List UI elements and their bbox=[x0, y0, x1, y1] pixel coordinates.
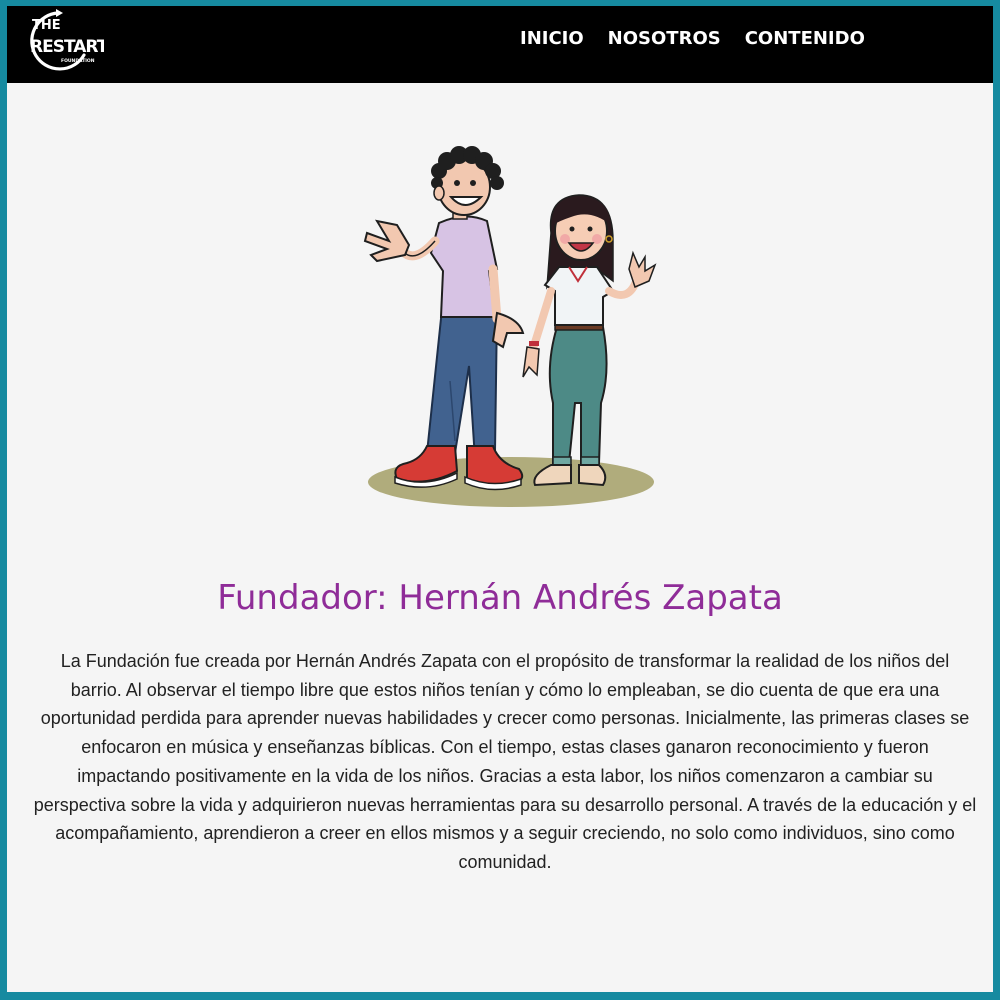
nav-item-contenido[interactable]: CONTENIDO bbox=[745, 28, 865, 49]
navbar: THE RESTART FOUNDATION INICIO NOSOTROS C… bbox=[7, 6, 993, 83]
logo-text-the: THE bbox=[32, 18, 61, 33]
founders-illustration bbox=[363, 146, 657, 507]
restart-logo[interactable]: THE RESTART FOUNDATION bbox=[18, 9, 104, 73]
page-frame: THE RESTART FOUNDATION INICIO NOSOTROS C… bbox=[7, 6, 993, 992]
nav-item-inicio[interactable]: INICIO bbox=[520, 28, 584, 49]
founder-description: La Fundación fue creada por Hernán André… bbox=[33, 651, 977, 872]
nav-item-nosotros[interactable]: NOSOTROS bbox=[608, 28, 721, 49]
boy-figure bbox=[363, 146, 525, 491]
girl-figure bbox=[522, 194, 657, 487]
logo-text-foundation: FOUNDATION bbox=[61, 58, 95, 64]
main-nav: INICIO NOSOTROS CONTENIDO bbox=[520, 28, 865, 49]
page-title: Fundador: Hernán Andrés Zapata bbox=[217, 578, 783, 618]
logo-text-restart: RESTART bbox=[30, 37, 104, 57]
